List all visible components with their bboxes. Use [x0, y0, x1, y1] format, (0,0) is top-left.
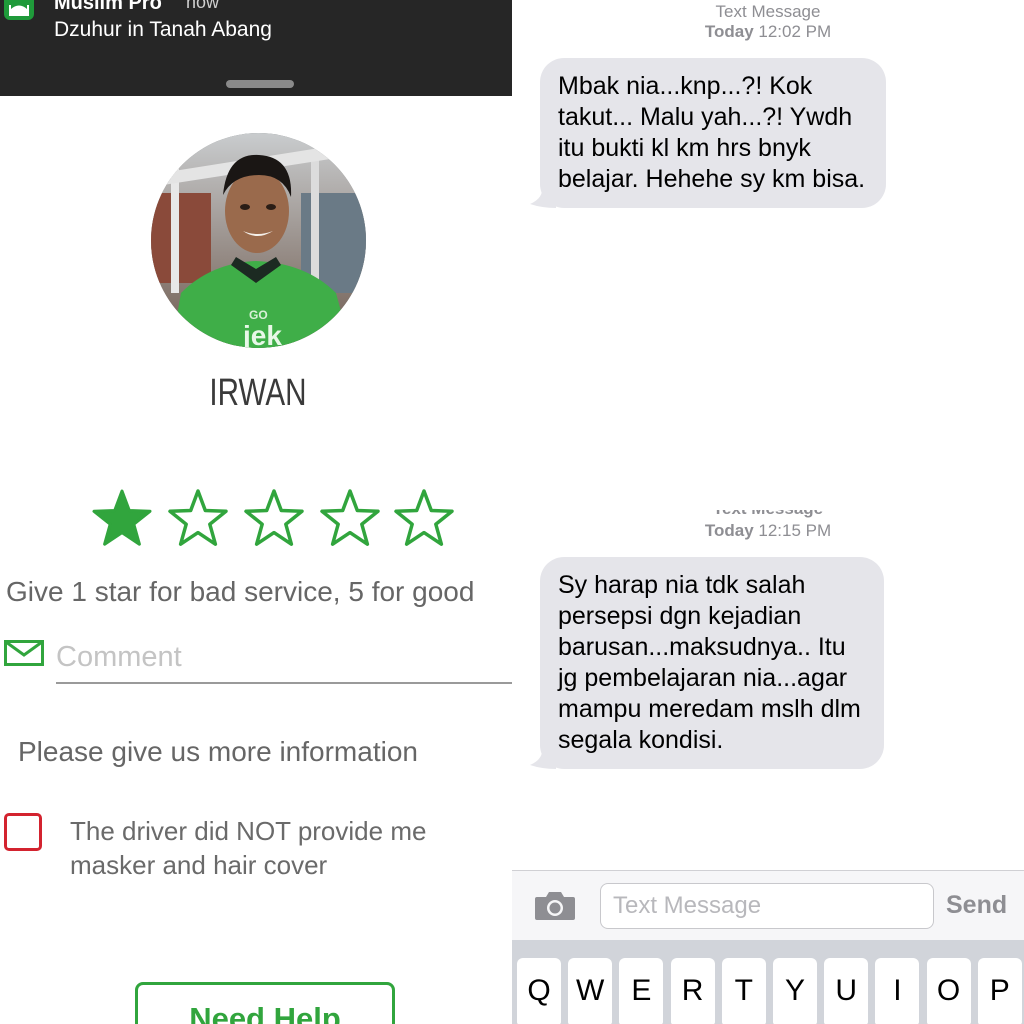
star-rating[interactable]	[92, 488, 462, 548]
key-t[interactable]: T	[721, 958, 766, 1024]
star-4-empty-icon[interactable]	[320, 488, 380, 548]
need-help-button[interactable]: Need Help	[135, 982, 395, 1024]
message-2-time: 12:15 PM	[758, 521, 832, 540]
star-2-empty-icon[interactable]	[168, 488, 228, 548]
message-1-header: Text Message	[715, 2, 821, 21]
driver-avatar: GO jek	[151, 133, 366, 348]
key-r[interactable]: R	[670, 958, 715, 1024]
driver-name: IRWAN	[209, 372, 307, 414]
key-u[interactable]: U	[824, 958, 869, 1024]
message-1-timestamp: Today 12:02 PM	[512, 22, 1024, 42]
star-1-filled-icon[interactable]	[92, 488, 152, 548]
key-o[interactable]: O	[926, 958, 971, 1024]
notification-time: now	[186, 0, 220, 12]
key-y[interactable]: Y	[773, 958, 817, 1024]
notification-app-name: Muslim Pro	[54, 0, 162, 14]
message-2-header-text: Text Message	[512, 510, 1024, 518]
messages-screen: Text Message Today 12:02 PM Mbak nia...k…	[512, 0, 1024, 1024]
message-bubble-2[interactable]: Sy harap nia tdk salah persepsi dgn keja…	[530, 557, 884, 769]
rating-hint: Give 1 star for bad service, 5 for good	[6, 576, 475, 607]
mail-icon	[4, 640, 44, 666]
keyboard: QWERTYUIOP	[512, 940, 1024, 1024]
comment-input[interactable]	[56, 632, 512, 684]
notification-banner[interactable]: Muslim Pro now Dzuhur in Tanah Abang	[0, 0, 512, 96]
notification-body: Dzuhur in Tanah Abang	[54, 18, 272, 41]
no-mask-checkbox[interactable]	[4, 813, 42, 851]
key-w[interactable]: W	[568, 958, 613, 1024]
key-p[interactable]: P	[977, 958, 1022, 1024]
rating-screen: Muslim Pro now Dzuhur in Tanah Abang GO …	[0, 0, 512, 1024]
star-3-empty-icon[interactable]	[244, 488, 304, 548]
message-bubble-1[interactable]: Mbak nia...knp...?! Kok takut... Malu ya…	[530, 58, 886, 208]
svg-text:jek: jek	[242, 320, 282, 348]
no-mask-checkbox-label[interactable]: The driver did NOT provide me masker and…	[70, 814, 500, 882]
message-2-header: Text Message	[512, 510, 1024, 518]
message-1-text: Mbak nia...knp...?! Kok takut... Malu ya…	[558, 72, 866, 193]
message-2-day: Today	[704, 521, 754, 540]
screenshot-collage: Muslim Pro now Dzuhur in Tanah Abang GO …	[0, 0, 1024, 1024]
message-composer: Send	[512, 870, 1024, 940]
message-1-day: Today	[704, 22, 754, 41]
star-5-empty-icon[interactable]	[394, 488, 454, 548]
key-e[interactable]: E	[619, 958, 664, 1024]
message-input[interactable]	[600, 883, 934, 929]
send-button[interactable]: Send	[946, 891, 1007, 920]
bubble-tail-icon	[530, 747, 556, 769]
muslim-pro-app-icon	[4, 0, 34, 20]
notification-drag-handle[interactable]	[226, 80, 294, 88]
message-2-timestamp: Today 12:15 PM	[512, 521, 1024, 541]
message-1-time: 12:02 PM	[758, 22, 832, 41]
bubble-tail-icon	[530, 186, 556, 208]
key-q[interactable]: Q	[517, 958, 561, 1024]
more-info-prompt: Please give us more information	[18, 736, 418, 767]
key-i[interactable]: I	[875, 958, 920, 1024]
message-2-text: Sy harap nia tdk salah persepsi dgn keja…	[558, 571, 861, 754]
camera-icon[interactable]	[534, 889, 576, 921]
